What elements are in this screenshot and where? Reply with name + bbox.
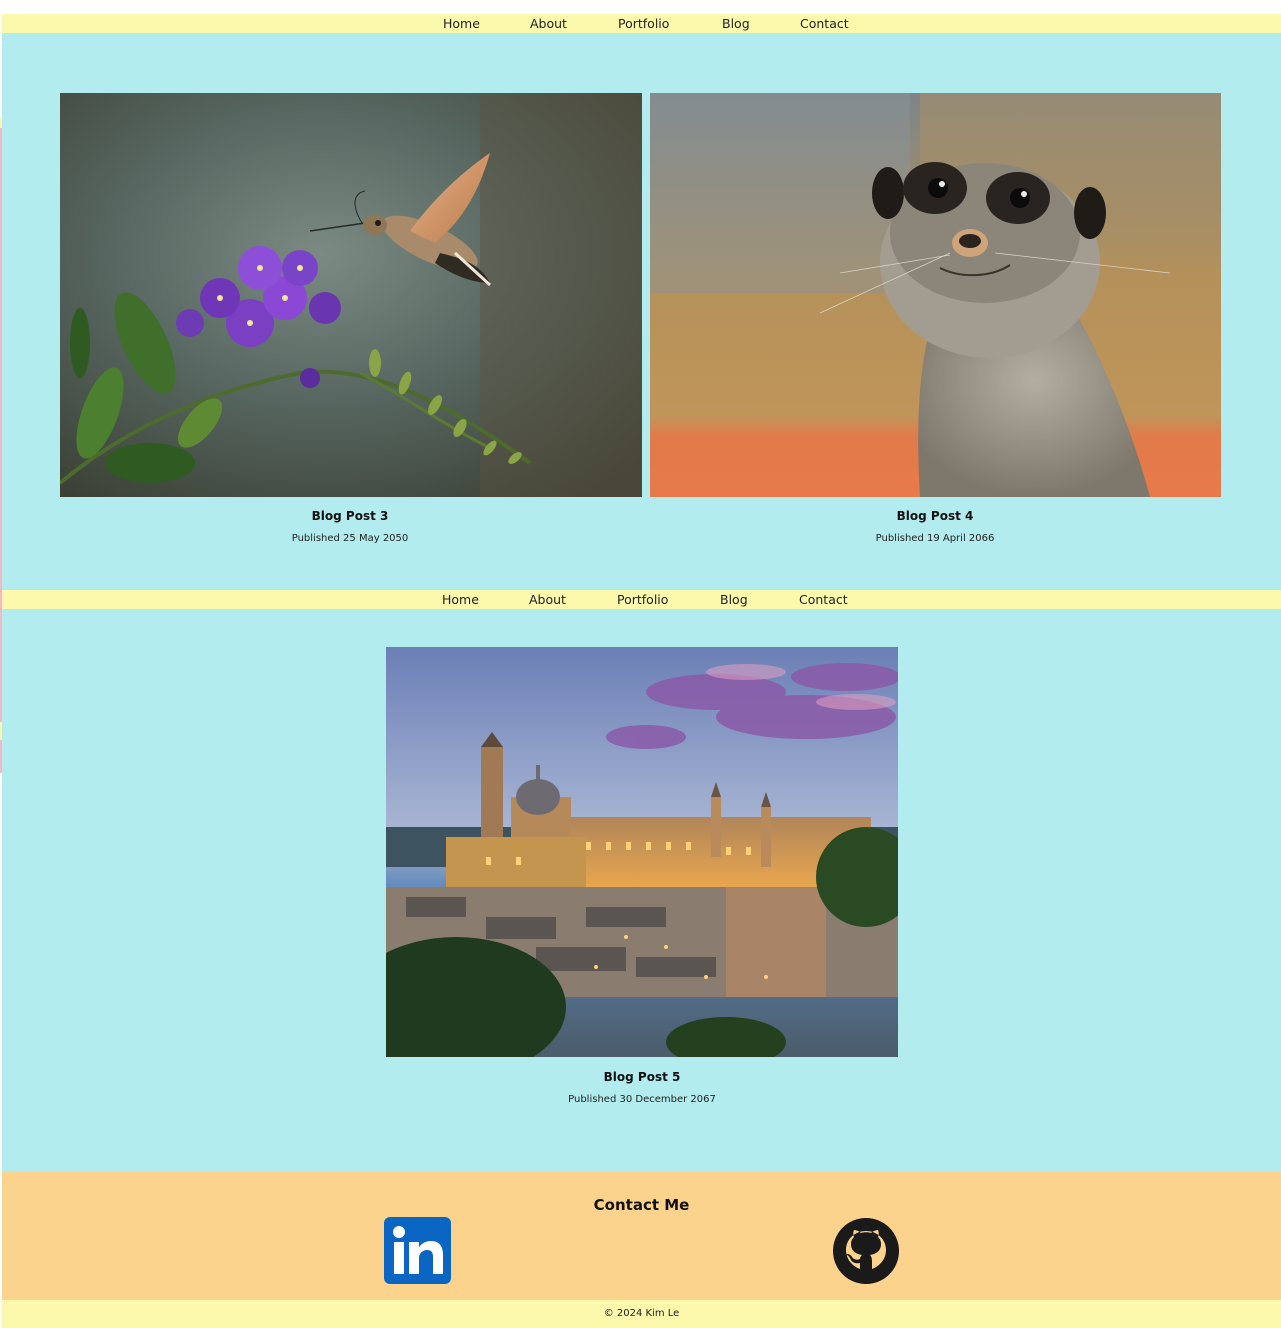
blog-post-3-image[interactable] [60,93,642,497]
nav-contact-link[interactable]: Contact [800,15,849,32]
top-nav: Home About Portfolio Blog Contact [2,14,1281,33]
nav-about-link[interactable]: About [530,15,567,32]
blog-post-5-image[interactable] [386,647,898,1057]
nav-blog-link[interactable]: Blog [720,591,748,608]
secondary-nav: Home About Portfolio Blog Contact [2,590,1281,609]
blog-post-5-date: Published 30 December 2067 [568,1094,716,1105]
blog-post-3-date: Published 25 May 2050 [291,533,409,544]
nav-about-link[interactable]: About [529,591,566,608]
blog-post-4-title[interactable]: Blog Post 4 [785,509,1085,523]
nav-home-link[interactable]: Home [442,591,479,608]
copyright-bar: © 2024 Kim Le [2,1300,1281,1328]
nav-portfolio-link[interactable]: Portfolio [618,15,669,32]
contact-footer: Contact Me [2,1172,1281,1300]
copyright-text: © 2024 Kim Le [603,1308,680,1319]
nav-blog-link[interactable]: Blog [722,15,750,32]
github-link[interactable] [832,1217,900,1285]
github-icon [833,1218,899,1284]
blog-post-5-title[interactable]: Blog Post 5 [492,1070,792,1084]
nav-home-link[interactable]: Home [443,15,480,32]
linkedin-link[interactable] [384,1217,451,1284]
blog-post-4-date: Published 19 April 2066 [875,533,995,544]
linkedin-icon [384,1217,451,1284]
blog-post-4-image[interactable] [650,93,1221,497]
blog-post-3-title[interactable]: Blog Post 3 [200,509,500,523]
nav-contact-link[interactable]: Contact [799,591,848,608]
nav-portfolio-link[interactable]: Portfolio [617,591,668,608]
contact-heading: Contact Me [593,1196,690,1214]
